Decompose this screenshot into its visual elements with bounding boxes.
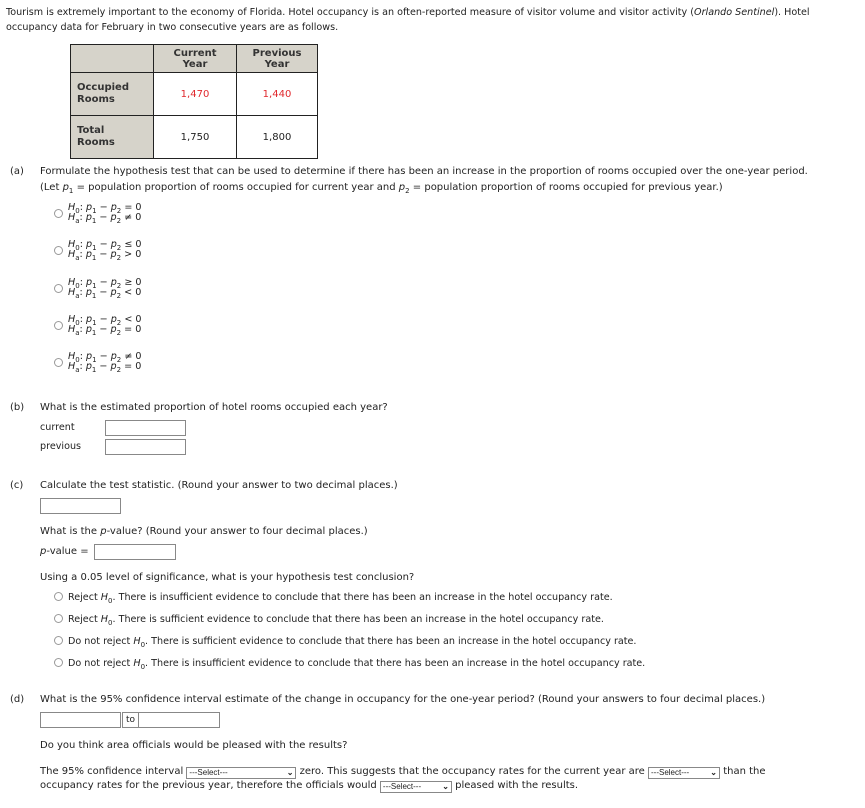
hypothesis-option-4[interactable]: H0: p1 − p2 < 0 Ha: p1 − p2 = 0 (54, 315, 142, 337)
part-b-label: (b) (10, 402, 25, 413)
radio-button[interactable] (54, 614, 63, 623)
conclusion-option-4[interactable]: Do not reject H0. There is insufficient … (54, 658, 645, 671)
table-row-total: Total Rooms 1,750 1,800 (70, 115, 318, 159)
chevron-down-icon: ⌄ (286, 768, 294, 777)
part-a-label: (a) (10, 166, 24, 177)
table-corner (70, 44, 154, 73)
cell-total-current: 1,750 (153, 115, 237, 159)
cell-total-previous: 1,800 (236, 115, 318, 159)
part-d-question: What is the 95% confidence interval esti… (40, 694, 766, 705)
ci-conclusion-sentence: The 95% confidence interval ---Select---… (40, 766, 766, 793)
ci-lower-input[interactable] (40, 712, 121, 728)
pleased-question: Do you think area officials would be ple… (40, 740, 348, 751)
hypothesis-option-5[interactable]: H0: p1 − p2 ≠ 0 Ha: p1 − p2 = 0 (54, 352, 142, 374)
conclusion-question: Using a 0.05 level of significance, what… (40, 572, 415, 583)
part-c-question: Calculate the test statistic. (Round you… (40, 480, 398, 491)
radio-button[interactable] (54, 321, 63, 330)
table-row-occupied: Occupied Rooms 1,470 1,440 (70, 72, 318, 116)
conclusion-option-2[interactable]: Reject H0. There is sufficient evidence … (54, 614, 604, 627)
previous-proportion-input[interactable] (105, 439, 186, 455)
current-proportion-input[interactable] (105, 420, 186, 436)
radio-button[interactable] (54, 636, 63, 645)
table-header-row: Current Year Previous Year (70, 44, 318, 73)
rate-comparison-select[interactable]: ---Select--- ⌄ (648, 767, 720, 779)
hypothesis-option-2[interactable]: H0: p1 − p2 ≤ 0 Ha: p1 − p2 > 0 (54, 240, 142, 262)
column-header-previous-year: Previous Year (236, 44, 318, 73)
radio-button[interactable] (54, 209, 63, 218)
previous-label: previous (40, 441, 82, 452)
hypothesis-option-1[interactable]: H0: p1 − p2 = 0 Ha: p1 − p2 ≠ 0 (54, 203, 142, 225)
column-header-current-year: Current Year (153, 44, 237, 73)
part-c-label: (c) (10, 480, 24, 491)
occupancy-table: Current Year Previous Year Occupied Rooms… (70, 44, 318, 159)
part-b-question: What is the estimated proportion of hote… (40, 402, 388, 413)
problem-intro: Tourism is extremely important to the ec… (6, 7, 810, 33)
ci-upper-input[interactable] (138, 712, 220, 728)
chevron-down-icon: ⌄ (710, 768, 717, 777)
part-a-question: Formulate the hypothesis test that can b… (40, 166, 808, 177)
conclusion-option-3[interactable]: Do not reject H0. There is sufficient ev… (54, 636, 636, 649)
source-name: Orlando Sentinel (694, 7, 775, 18)
cell-occupied-previous: 1,440 (236, 72, 318, 116)
current-label: current (40, 422, 75, 433)
pvalue-label: p-value = (40, 546, 89, 557)
radio-button[interactable] (54, 592, 63, 601)
to-label: to (122, 712, 138, 728)
chevron-down-icon: ⌄ (442, 782, 449, 791)
radio-button[interactable] (54, 246, 63, 255)
ci-relation-select[interactable]: ---Select--- ⌄ (186, 767, 297, 779)
radio-button[interactable] (54, 284, 63, 293)
pvalue-input[interactable] (94, 544, 176, 560)
part-d-label: (d) (10, 694, 25, 705)
row-header-total-rooms: Total Rooms (70, 115, 154, 159)
radio-button[interactable] (54, 658, 63, 667)
hypothesis-option-3[interactable]: H0: p1 − p2 ≥ 0 Ha: p1 − p2 < 0 (54, 278, 142, 300)
officials-pleased-select[interactable]: ---Select--- ⌄ (379, 781, 452, 793)
part-a-definitions: (Let p1 = population proportion of rooms… (40, 182, 723, 195)
conclusion-option-1[interactable]: Reject H0. There is insufficient evidenc… (54, 592, 613, 605)
row-header-occupied-rooms: Occupied Rooms (70, 72, 154, 116)
test-statistic-input[interactable] (40, 498, 121, 514)
cell-occupied-current: 1,470 (153, 72, 237, 116)
radio-button[interactable] (54, 358, 63, 367)
pvalue-question: What is the p-value? (Round your answer … (40, 526, 368, 537)
